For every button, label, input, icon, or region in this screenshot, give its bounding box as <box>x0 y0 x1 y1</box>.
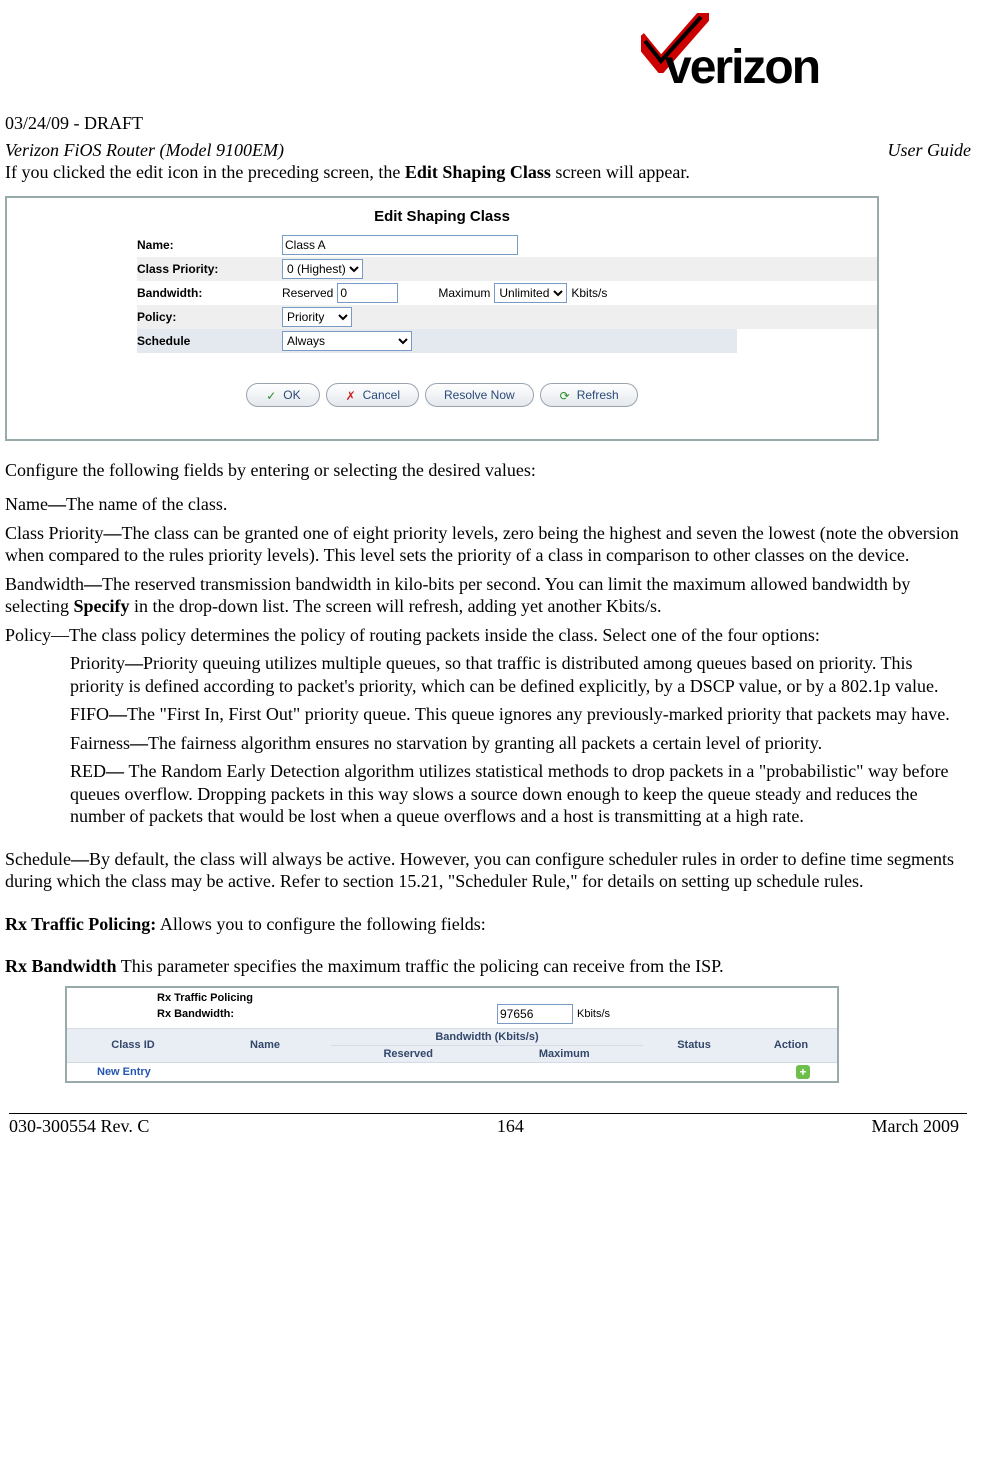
policy-red: RED— The Random Early Detection algorith… <box>70 760 971 828</box>
x-icon: ✗ <box>345 389 357 401</box>
rx-bandwidth-input[interactable] <box>497 1004 573 1024</box>
resolve-now-button[interactable]: Resolve Now <box>425 383 534 407</box>
rx-bw-label: Rx Bandwidth: <box>157 1008 497 1020</box>
policy-priority: Priority—Priority queuing utilizes multi… <box>70 652 971 697</box>
rx-section-title: Rx Traffic Policing <box>157 992 837 1004</box>
label-bandwidth: Bandwidth: <box>137 286 282 300</box>
field-bandwidth: Bandwidth—The reserved transmission band… <box>5 573 971 618</box>
bw-maximum-select[interactable]: Unlimited <box>494 283 567 303</box>
refresh-icon: ⟳ <box>559 389 571 401</box>
label-policy: Policy: <box>137 310 282 324</box>
col-bw-group: Bandwidth (Kbits/s) <box>331 1028 643 1045</box>
rx-table: Class ID Name Bandwidth (Kbits/s) Status… <box>67 1028 837 1081</box>
draft-date: 03/24/09 - DRAFT <box>5 113 971 134</box>
bw-reserved-label: Reserved <box>282 286 333 300</box>
rx-traffic-policing-panel: Rx Traffic Policing Rx Bandwidth: Kbits/… <box>65 986 839 1083</box>
logo-word: verizon <box>665 40 819 95</box>
verizon-logo: verizon <box>641 15 891 95</box>
col-action: Action <box>745 1028 837 1062</box>
ok-button[interactable]: ✓ OK <box>246 383 319 407</box>
bw-reserved-input[interactable] <box>337 283 398 303</box>
label-name: Name: <box>137 238 282 252</box>
refresh-button[interactable]: ⟳ Refresh <box>540 383 638 407</box>
rx-traffic-policing-heading: Rx Traffic Policing: Allows you to confi… <box>5 913 971 936</box>
col-class-id: Class ID <box>67 1028 199 1062</box>
footer-left: 030-300554 Rev. C <box>9 1116 149 1137</box>
footer-right: March 2009 <box>872 1116 959 1137</box>
cancel-button[interactable]: ✗ Cancel <box>326 383 419 407</box>
col-status: Status <box>643 1028 745 1062</box>
doc-title: Verizon FiOS Router (Model 9100EM) <box>5 140 284 161</box>
label-schedule: Schedule <box>137 334 282 348</box>
col-maximum: Maximum <box>485 1045 643 1062</box>
label-class-priority: Class Priority: <box>137 262 282 276</box>
rx-bw-unit: Kbits/s <box>577 1008 610 1020</box>
policy-fifo: FIFO—The "First In, First Out" priority … <box>70 703 971 726</box>
bw-maximum-label: Maximum <box>438 286 490 300</box>
doc-type: User Guide <box>888 140 972 161</box>
new-entry-row[interactable]: New Entry + <box>67 1062 837 1081</box>
intro-paragraph: If you clicked the edit icon in the prec… <box>5 161 971 184</box>
field-policy: Policy—The class policy determines the p… <box>5 624 971 647</box>
footer-page: 164 <box>497 1116 524 1137</box>
col-reserved: Reserved <box>331 1045 485 1062</box>
field-class-priority: Class Priority—The class can be granted … <box>5 522 971 567</box>
name-input[interactable] <box>282 235 518 255</box>
policy-select[interactable]: Priority <box>282 307 352 327</box>
edit-shaping-class-panel: Edit Shaping Class Name: Class Priority:… <box>5 196 879 441</box>
policy-fairness: Fairness—The fairness algorithm ensures … <box>70 732 971 755</box>
class-priority-select[interactable]: 0 (Highest) <box>282 259 363 279</box>
new-entry-label: New Entry <box>67 1062 745 1081</box>
bw-unit: Kbits/s <box>571 286 607 300</box>
form-title: Edit Shaping Class <box>7 198 877 233</box>
rx-bandwidth-heading: Rx Bandwidth This parameter specifies th… <box>5 955 971 978</box>
check-icon: ✓ <box>265 389 277 401</box>
schedule-select[interactable]: Always <box>282 331 412 351</box>
col-name: Name <box>199 1028 331 1062</box>
add-icon[interactable]: + <box>796 1065 810 1079</box>
field-name: Name—The name of the class. <box>5 493 971 516</box>
configure-text: Configure the following fields by enteri… <box>5 459 971 482</box>
field-schedule: Schedule—By default, the class will alwa… <box>5 848 971 893</box>
